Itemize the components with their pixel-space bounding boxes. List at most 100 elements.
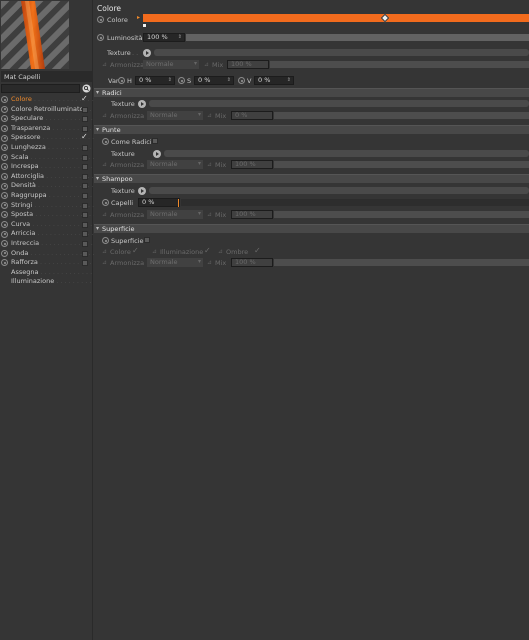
mix-field[interactable]: 0 % [231,111,273,120]
luminosita-slider[interactable] [186,34,529,41]
capelli-slider[interactable] [181,199,529,206]
luminosita-field[interactable]: 100 % ⇕ [143,33,185,42]
armonizza-dropdown[interactable]: Normale ▾ [147,258,203,267]
channel-radio-icon[interactable] [1,201,8,209]
section-shampoo[interactable]: Shampoo [94,174,529,183]
section-superficie[interactable]: Superficie [94,224,529,233]
capelli-field[interactable]: 0 % [138,198,180,207]
colore-anim-radio-icon[interactable] [97,16,104,23]
channel-radio-icon[interactable] [1,125,8,133]
armonizza-dropdown[interactable]: Normale ▾ [147,160,203,169]
channel-checkbox[interactable] [82,106,88,113]
h-anim-radio-icon[interactable] [118,77,125,84]
channel-checkbox[interactable] [82,202,88,209]
texture-play-icon[interactable] [153,149,161,158]
armonizza-dropdown[interactable]: Normale ▾ [143,60,199,69]
channel-item[interactable]: Arriccia [0,229,102,239]
h-field[interactable]: 0 % ⇕ [135,76,175,85]
channel-checkbox[interactable] [82,260,88,267]
channel-item[interactable]: Scala [0,153,95,163]
section-radici[interactable]: Radici [94,88,529,97]
channel-radio-icon[interactable] [1,134,8,142]
channel-item[interactable]: Spessore [0,132,107,143]
channel-item[interactable]: Lunghezza [0,143,112,153]
mix-field[interactable]: 100 % [231,258,273,267]
s-field[interactable]: 0 % ⇕ [194,76,234,85]
channel-checkbox[interactable] [82,154,88,161]
channel-radio-icon[interactable] [1,163,8,171]
superficie-anim-radio-icon[interactable] [102,237,109,244]
come-radici-anim-radio-icon[interactable] [102,138,109,145]
material-preview[interactable] [1,1,69,69]
radici-texture-slot[interactable] [149,100,529,107]
stepper-icon[interactable]: ⇕ [287,77,291,84]
channel-radio-icon[interactable] [1,153,8,161]
texture-play-icon[interactable] [143,48,151,57]
mix-slider[interactable] [270,61,529,68]
channel-checkbox[interactable] [82,164,88,171]
channel-checkbox[interactable] [82,240,88,247]
channel-item[interactable]: Illuminazione [0,277,120,287]
channel-checkbox[interactable] [82,192,88,199]
mix-slider[interactable] [274,211,529,218]
channel-radio-icon[interactable] [1,173,8,181]
channel-item[interactable]: Rafforza [0,258,104,268]
stepper-icon[interactable]: ⇕ [178,34,182,41]
channel-checkbox[interactable] [82,144,88,151]
channel-radio-icon[interactable] [1,211,8,219]
v-anim-radio-icon[interactable] [238,77,245,84]
channel-checkbox[interactable] [82,173,88,180]
v-field[interactable]: 0 % ⇕ [254,76,294,85]
punte-texture-slot[interactable] [164,150,529,157]
channel-checkbox[interactable] [82,250,88,257]
superficie-checkbox[interactable] [144,237,150,243]
texture-play-icon[interactable] [138,99,146,108]
channel-item[interactable]: Raggruppa [0,191,113,201]
channel-radio-icon[interactable] [1,249,8,257]
channel-radio-icon[interactable] [1,230,8,238]
stepper-icon[interactable]: ⇕ [168,77,172,84]
mix-slider[interactable] [274,112,529,119]
channel-item[interactable]: Colore [0,94,98,105]
channel-item[interactable]: Densità [0,181,102,191]
channel-checkbox[interactable] [82,183,88,190]
channel-checkbox[interactable] [82,212,88,219]
mix-field[interactable]: 100 % [227,60,269,69]
channel-item[interactable]: Intreccia [0,239,105,249]
superficie-colore-checkbox[interactable]: ✓ [132,246,139,255]
stepper-icon[interactable]: ⇕ [227,77,231,84]
mix-slider[interactable] [274,161,529,168]
superficie-ombre-checkbox[interactable]: ✓ [254,246,261,255]
search-icon[interactable] [81,84,92,93]
s-anim-radio-icon[interactable] [178,77,185,84]
texture-slot[interactable] [154,49,529,56]
material-name[interactable]: Mat Capelli [1,71,92,82]
channel-radio-icon[interactable] [1,182,8,190]
channel-radio-icon[interactable] [1,259,8,267]
color-swatch-bar[interactable] [143,14,529,22]
channel-item[interactable]: Onda [0,249,94,259]
mix-slider[interactable] [274,259,529,266]
channel-checkbox[interactable] [81,132,88,142]
channel-checkbox[interactable] [82,231,88,238]
section-punte[interactable]: Punte [94,125,529,134]
armonizza-dropdown[interactable]: Normale ▾ [147,210,203,219]
color-expand-icon[interactable]: ▸ [137,14,140,21]
superficie-illuminazione-checkbox[interactable]: ✓ [204,246,211,255]
channel-search-input[interactable] [1,84,80,93]
channel-radio-icon[interactable] [1,96,8,104]
channel-item[interactable]: Attorciglia [0,172,110,182]
come-radici-checkbox[interactable] [152,138,158,144]
channel-radio-icon[interactable] [1,240,8,248]
channel-radio-icon[interactable] [1,105,8,113]
channel-item[interactable]: Stringi [0,201,98,211]
channel-checkbox[interactable] [82,221,88,228]
channel-checkbox[interactable] [82,125,88,132]
armonizza-dropdown[interactable]: Normale ▾ [147,111,203,120]
mix-field[interactable]: 100 % [231,160,273,169]
channel-radio-icon[interactable] [1,115,8,123]
channel-checkbox[interactable] [82,116,88,123]
mix-field[interactable]: 100 % [231,210,273,219]
channel-radio-icon[interactable] [1,221,8,229]
channel-item[interactable]: Assegna [0,268,105,278]
